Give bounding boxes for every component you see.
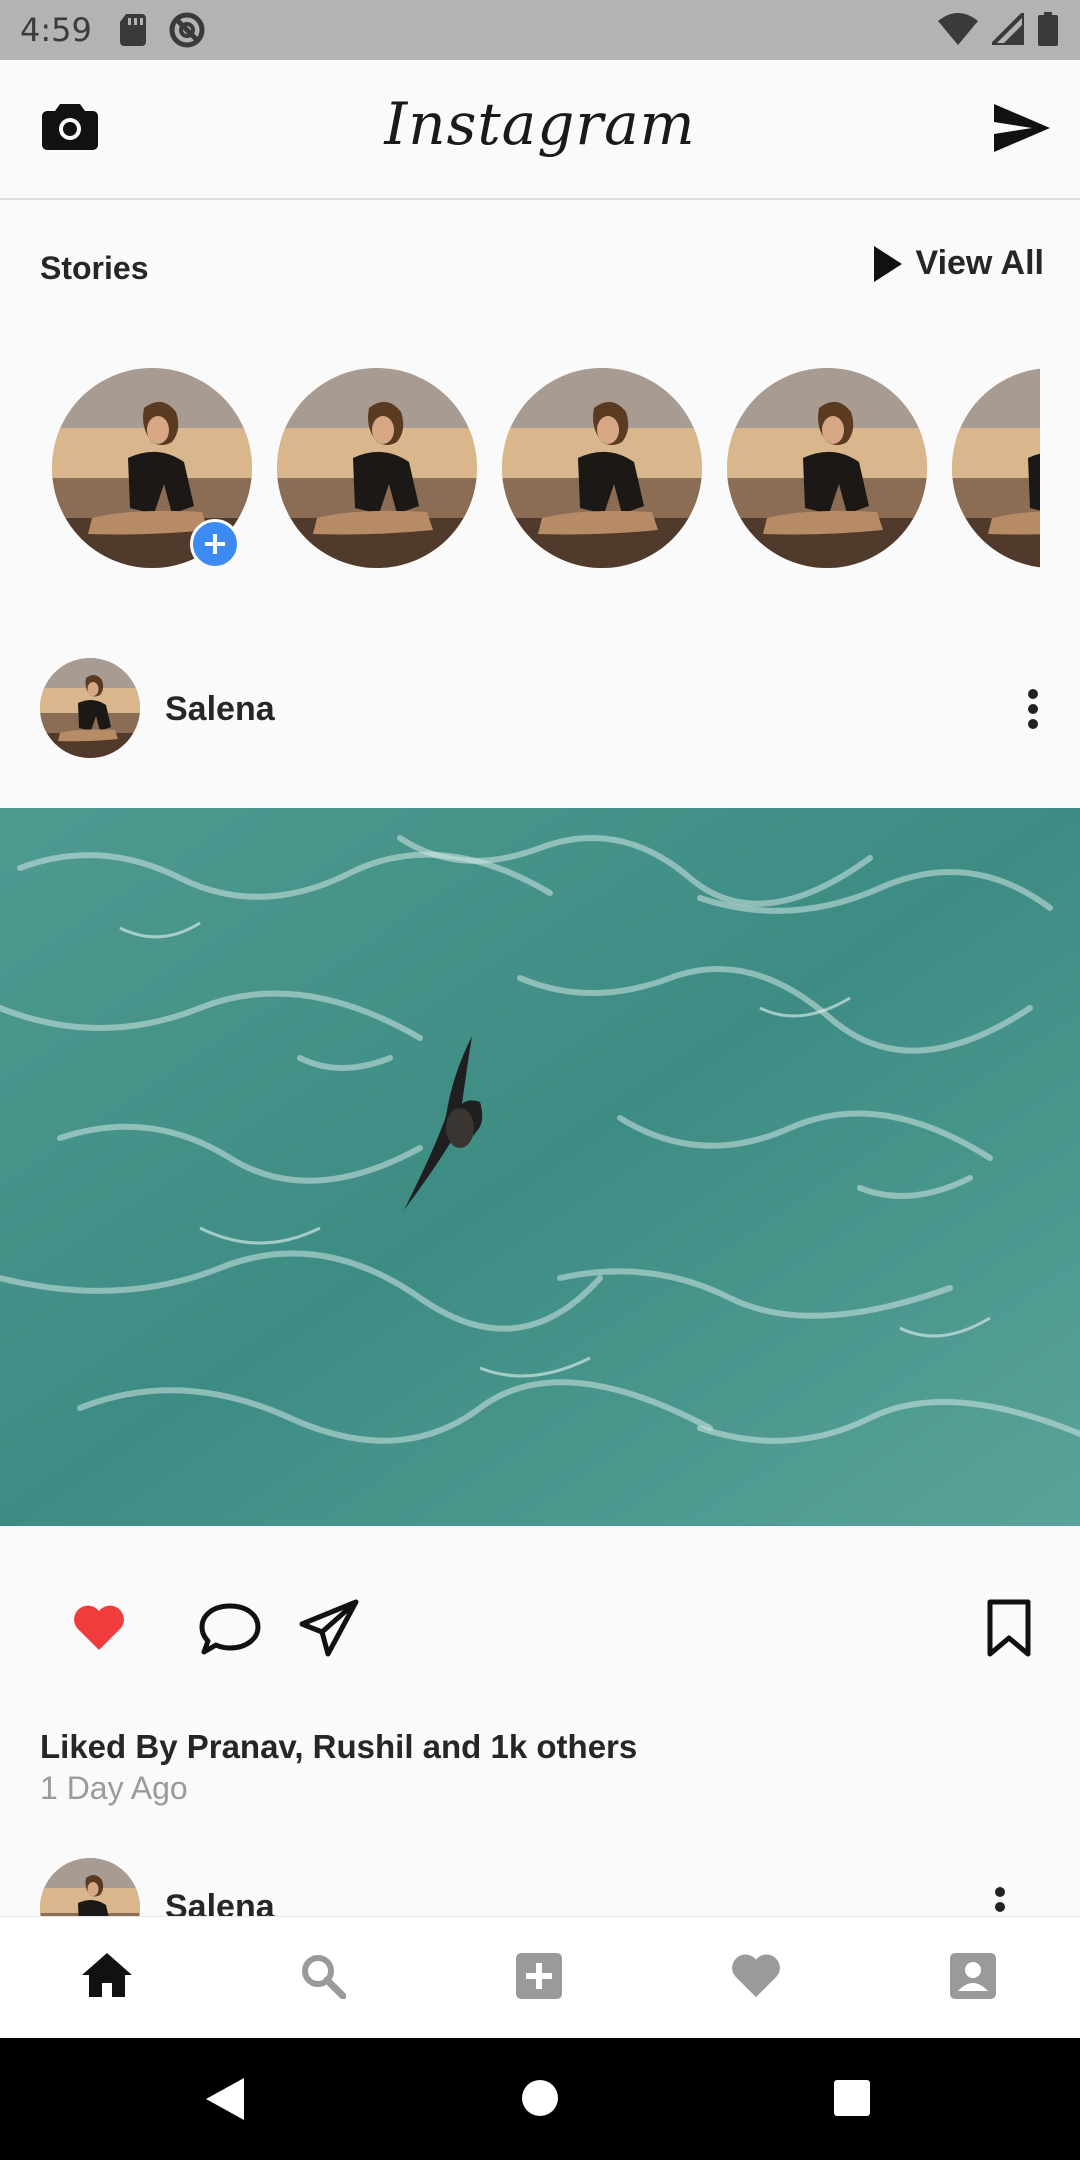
story-avatar[interactable] (727, 368, 927, 568)
story-avatar[interactable] (502, 368, 702, 568)
like-heart-icon[interactable] (72, 1604, 126, 1652)
home-icon[interactable] (82, 1953, 132, 1997)
stories-title: Stories (40, 250, 149, 286)
battery-icon (1038, 12, 1058, 46)
more-options-icon[interactable] (1026, 688, 1040, 730)
comment-icon[interactable] (198, 1602, 262, 1656)
story-avatar[interactable] (952, 368, 1040, 568)
plus-icon (205, 534, 225, 554)
post-username[interactable]: Salena (165, 690, 275, 729)
recents-icon[interactable] (832, 2078, 872, 2118)
wifi-icon (938, 13, 978, 45)
stories-header: Stories View All (40, 244, 1044, 294)
likes-text[interactable]: Liked By Pranav, Rushil and 1k others (40, 1728, 637, 1766)
profile-icon[interactable] (950, 1953, 996, 1999)
avatar[interactable] (40, 658, 140, 758)
bookmark-icon[interactable] (986, 1598, 1032, 1658)
system-navigation-bar (0, 2038, 1080, 2160)
status-bar: 4:59 (0, 0, 1080, 60)
activity-heart-icon[interactable] (730, 1953, 782, 1999)
sd-card-icon (119, 14, 146, 46)
status-time: 4:59 (20, 11, 92, 49)
direct-send-icon[interactable] (994, 104, 1050, 152)
post-username[interactable]: Salena (165, 1888, 275, 1916)
do-not-disturb-icon (169, 12, 205, 48)
post-image[interactable] (0, 808, 1080, 1526)
post-header: Salena (40, 658, 1040, 758)
add-post-icon[interactable] (516, 1953, 562, 1999)
app-bar: Instagram (0, 60, 1080, 200)
bottom-navigation (0, 1916, 1080, 2038)
back-icon[interactable] (206, 2078, 244, 2120)
view-all-button[interactable]: View All (873, 244, 1045, 283)
play-icon (873, 245, 902, 282)
more-options-icon[interactable] (993, 1886, 1007, 1916)
next-post-header: Salena (0, 1858, 1080, 1916)
search-icon[interactable] (300, 1953, 346, 1999)
share-icon[interactable] (298, 1598, 362, 1658)
app-logo: Instagram (384, 90, 696, 158)
post-actions (0, 1590, 1080, 1670)
view-all-label: View All (915, 244, 1045, 282)
post-timestamp: 1 Day Ago (40, 1770, 188, 1806)
avatar[interactable] (40, 1858, 140, 1916)
story-avatar[interactable] (277, 368, 477, 568)
home-circle-icon[interactable] (520, 2078, 560, 2118)
add-story-button[interactable] (190, 519, 240, 569)
signal-icon (992, 13, 1024, 45)
